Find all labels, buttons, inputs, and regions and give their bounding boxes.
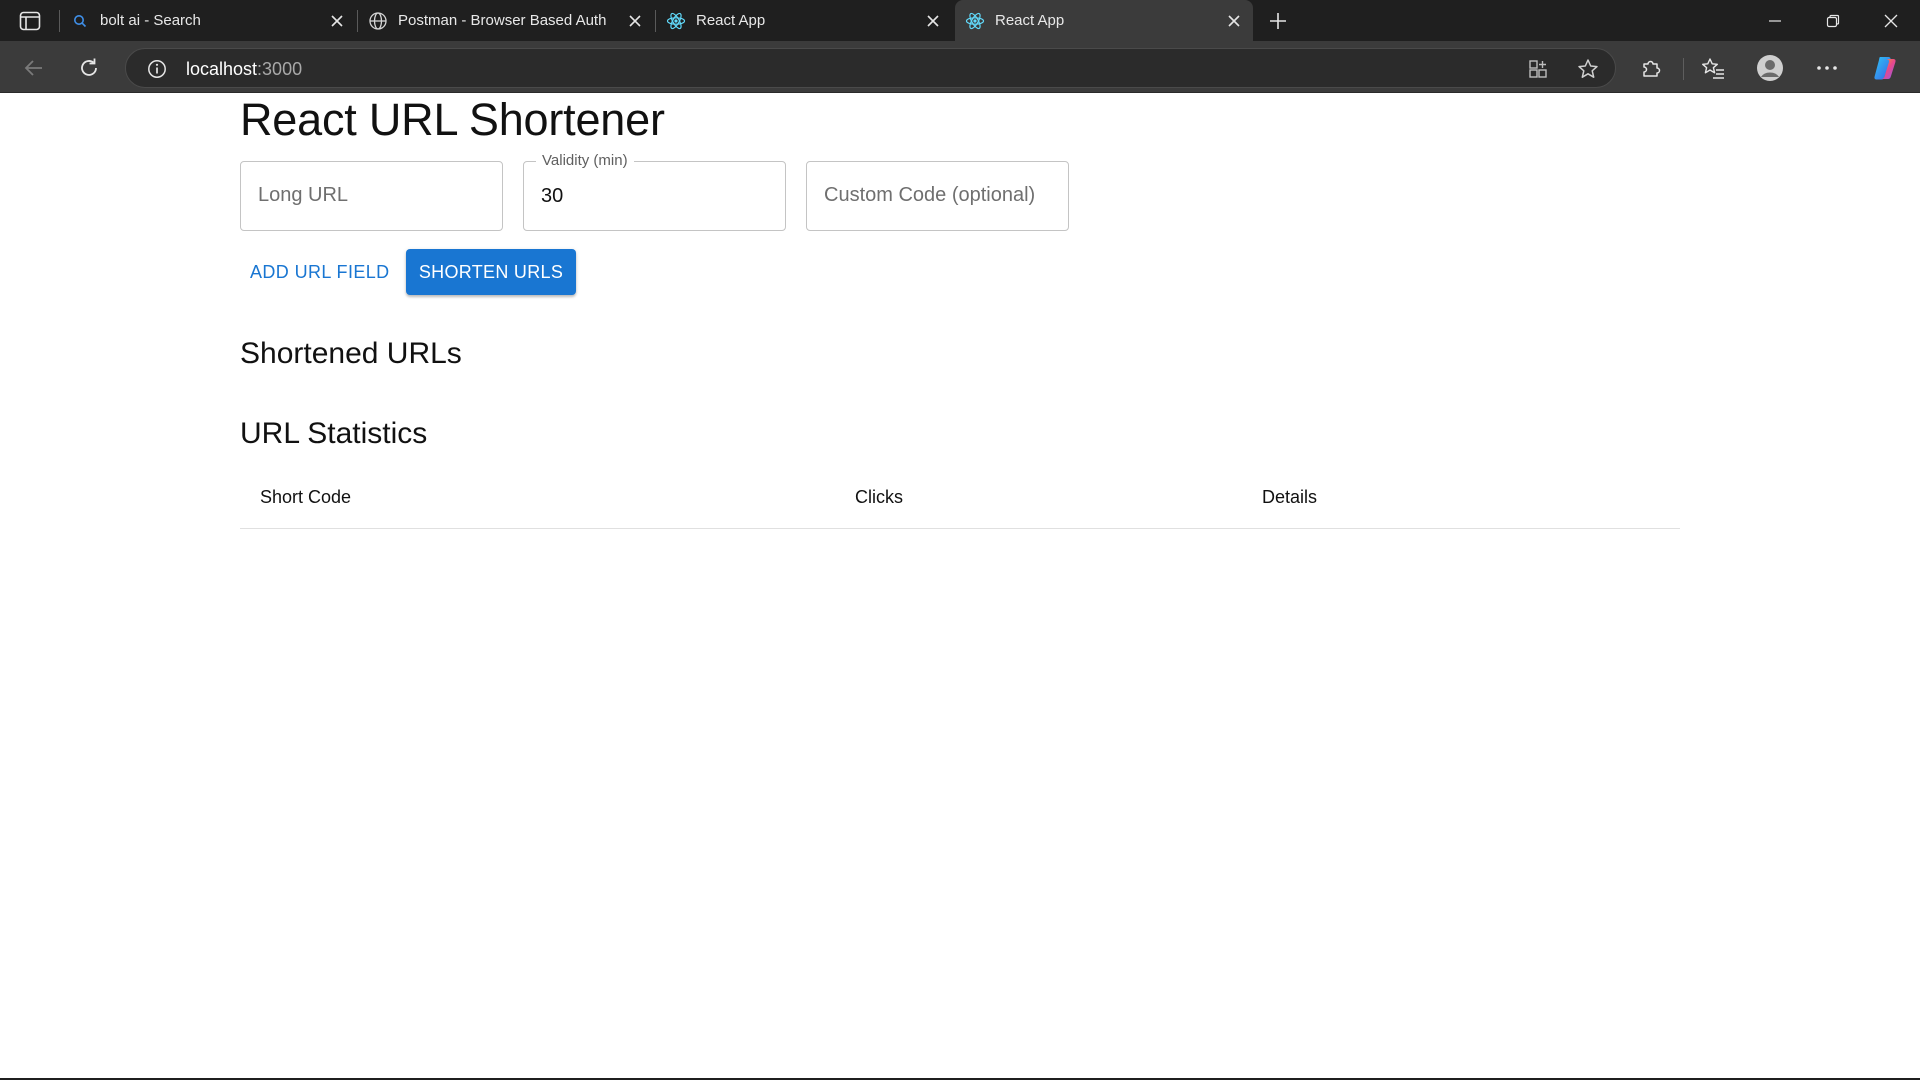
shortened-urls-heading: Shortened URLs <box>240 337 462 370</box>
tab-title: React App <box>696 12 766 29</box>
avatar-icon <box>1757 55 1783 81</box>
back-button[interactable] <box>17 51 51 85</box>
page-title: React URL Shortener <box>240 94 665 145</box>
tab-react-app[interactable]: React App <box>656 0 952 41</box>
app-available-icon[interactable] <box>1525 57 1551 81</box>
tab-title: React App <box>995 12 1065 29</box>
puzzle-icon <box>1643 60 1661 77</box>
close-icon[interactable] <box>1223 10 1245 32</box>
new-tab-button[interactable] <box>1264 8 1292 34</box>
react-icon <box>666 11 686 31</box>
minimize-button[interactable] <box>1746 0 1804 41</box>
sidebar-toggle-icon[interactable] <box>16 9 44 33</box>
close-icon[interactable] <box>624 10 646 32</box>
page-content: React URL Shortener Long URL Validity (m… <box>0 94 1920 1078</box>
favorite-star-icon[interactable] <box>1575 57 1601 81</box>
tab-title: bolt ai - Search <box>100 12 201 29</box>
address-bar[interactable]: localhost:3000 <box>125 48 1616 88</box>
browser-tab-strip: bolt ai - Search Postman - Browser Based… <box>0 0 1920 41</box>
reload-button[interactable] <box>72 51 106 85</box>
custom-code-placeholder: Custom Code (optional) <box>824 184 1036 206</box>
url-statistics-table: Short Code Clicks Details <box>240 464 1680 529</box>
shorten-urls-button[interactable]: SHORTEN URLS <box>406 249 576 295</box>
validity-field[interactable]: Validity (min) 30 <box>523 152 786 231</box>
browser-toolbar: localhost:3000 <box>0 41 1920 93</box>
address-url: localhost:3000 <box>186 59 302 80</box>
column-header-details: Details <box>1262 487 1318 507</box>
tab-react-app-active[interactable]: React App <box>955 0 1253 41</box>
close-window-button[interactable] <box>1862 0 1920 41</box>
column-header-short-code: Short Code <box>260 487 352 507</box>
validity-value: 30 <box>541 185 564 207</box>
tab-title: Postman - Browser Based Auth <box>398 12 607 29</box>
copilot-icon <box>1874 57 1896 80</box>
info-icon[interactable] <box>146 58 168 80</box>
add-url-field-button[interactable]: ADD URL FIELD <box>240 249 400 295</box>
minimize-icon <box>1769 19 1781 22</box>
react-icon <box>965 11 985 31</box>
favorites-button[interactable] <box>1696 51 1730 85</box>
profile-button[interactable] <box>1753 51 1787 85</box>
more-dots-icon <box>1817 66 1837 70</box>
back-arrow-icon <box>24 60 42 76</box>
search-icon <box>70 11 90 31</box>
validity-label: Validity (min) <box>536 152 634 169</box>
tab-bolt-ai-search[interactable]: bolt ai - Search <box>60 0 356 41</box>
favorites-list-icon <box>1702 58 1724 79</box>
more-menu-button[interactable] <box>1810 51 1844 85</box>
reload-icon <box>81 58 97 76</box>
long-url-field[interactable]: Long URL <box>240 161 503 231</box>
url-port: :3000 <box>257 59 303 79</box>
toolbar-divider <box>1683 58 1684 80</box>
custom-code-field[interactable]: Custom Code (optional) <box>806 161 1069 231</box>
column-header-clicks: Clicks <box>855 487 903 507</box>
close-icon[interactable] <box>922 10 944 32</box>
long-url-placeholder: Long URL <box>258 184 349 206</box>
close-icon[interactable] <box>326 10 348 32</box>
restore-icon <box>1826 14 1840 27</box>
extensions-button[interactable] <box>1634 51 1668 85</box>
restore-button[interactable] <box>1804 0 1862 41</box>
close-icon <box>1884 14 1898 27</box>
url-host: localhost <box>186 59 258 79</box>
plus-icon <box>1270 13 1286 29</box>
tab-postman-auth[interactable]: Postman - Browser Based Auth <box>358 0 654 41</box>
copilot-button[interactable] <box>1868 51 1902 85</box>
globe-icon <box>368 11 388 31</box>
url-statistics-heading: URL Statistics <box>240 417 428 450</box>
